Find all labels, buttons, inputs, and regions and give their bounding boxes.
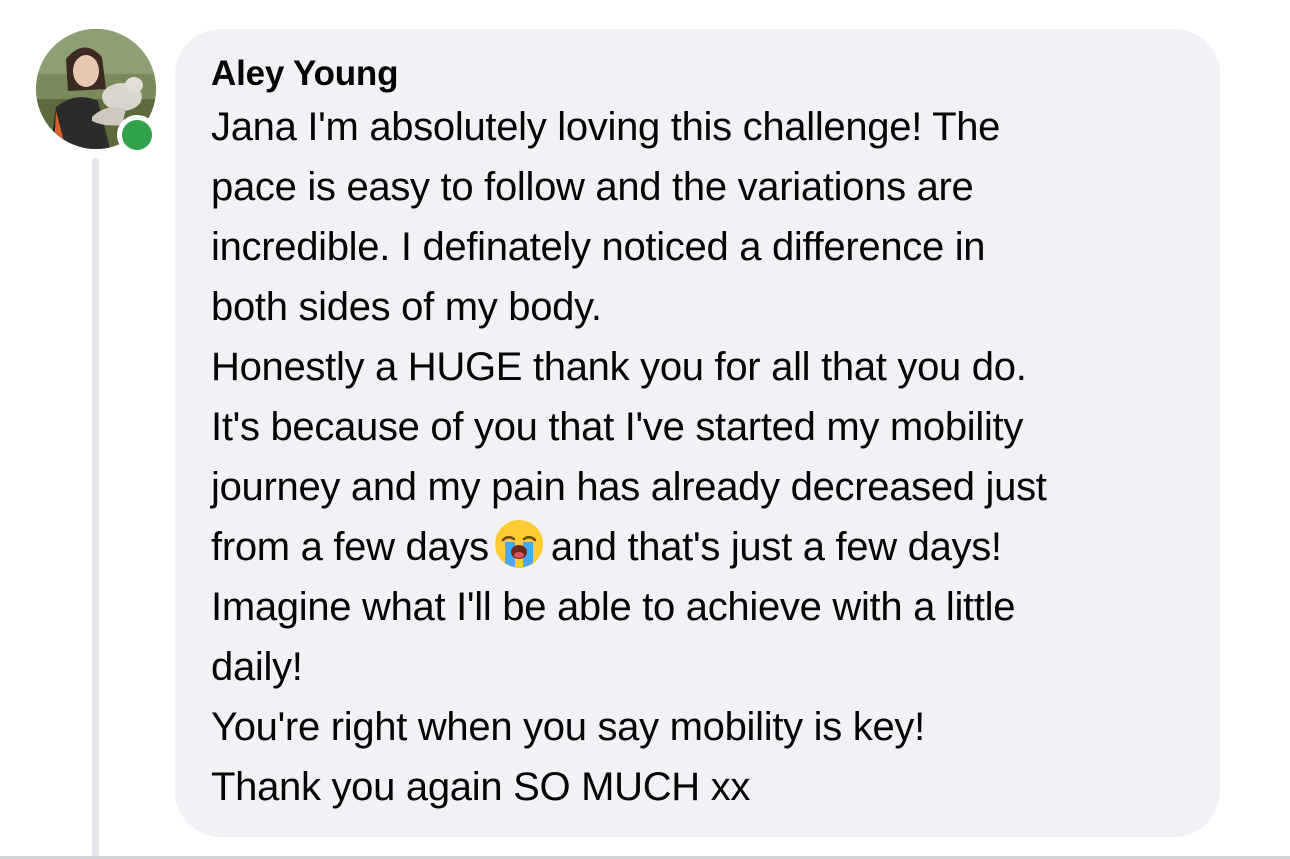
comment-text-line: journey and my pain has already decrease… (211, 465, 1047, 509)
comment-text-line: pace is easy to follow and the variation… (211, 165, 974, 209)
comment-text-segment: from a few days (211, 525, 489, 569)
author-avatar[interactable] (36, 29, 157, 155)
loudly-crying-face-emoji-icon (493, 518, 545, 570)
comment-thread: Aley Young Jana I'm absolutely loving th… (0, 0, 1290, 859)
comment-text-line: You're right when you say mobility is ke… (211, 705, 925, 749)
comment-bubble[interactable]: Aley Young Jana I'm absolutely loving th… (175, 29, 1220, 837)
comment-text-line: both sides of my body. (211, 285, 602, 329)
comment-text-line: Thank you again SO MUCH xx (211, 765, 751, 809)
comment-text-line: It's because of you that I've started my… (211, 405, 1024, 449)
comment-text-segment: and that's just a few days! (550, 525, 1002, 569)
comment-text-line: Honestly a HUGE thank you for all that y… (211, 345, 1027, 389)
comment-text-line: Imagine what I'll be able to achieve wit… (211, 585, 1016, 629)
thread-connector-line (92, 158, 99, 859)
online-status-dot (117, 115, 157, 155)
comment-text-line: incredible. I definately noticed a diffe… (211, 225, 986, 269)
comment-text-line: Jana I'm absolutely loving this challeng… (211, 105, 1001, 149)
comment-author-name[interactable]: Aley Young (211, 51, 1200, 97)
comment-text-line-with-emoji: from a few days and that's just a few da… (211, 517, 1200, 577)
comment-text-line: daily! (211, 645, 303, 689)
